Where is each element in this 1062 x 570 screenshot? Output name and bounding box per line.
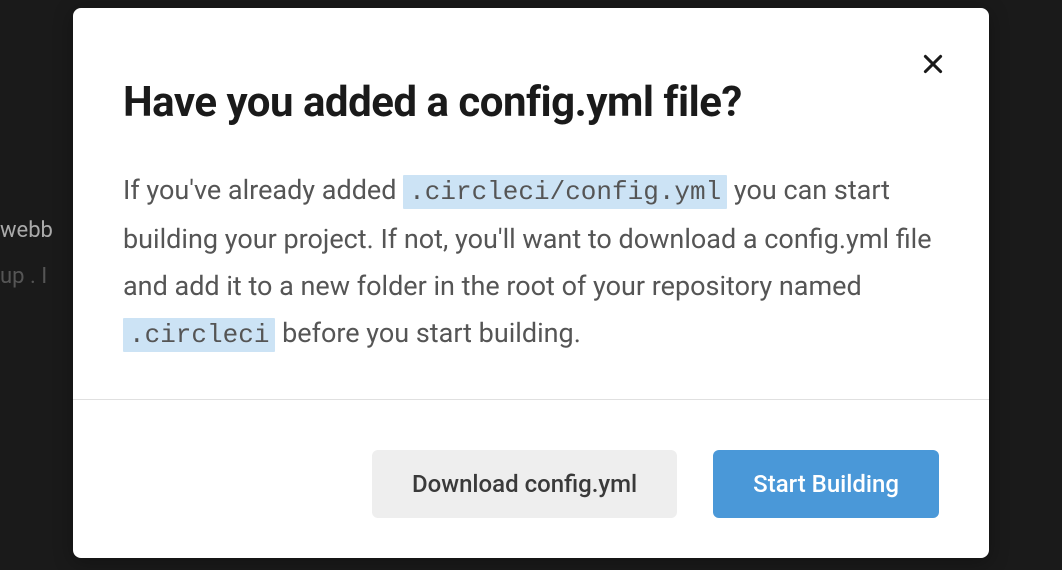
modal-body: Have you added a config.yml file? If you… (73, 8, 989, 399)
modal-description: If you've already added .circleci/config… (123, 167, 939, 359)
description-text: before you start building. (275, 317, 580, 349)
close-button[interactable] (917, 48, 949, 80)
start-building-button[interactable]: Start Building (713, 450, 939, 518)
code-folder-name: .circleci (123, 318, 275, 352)
description-text: If you've already added (123, 174, 403, 206)
modal-title: Have you added a config.yml file? (123, 78, 939, 127)
config-modal: Have you added a config.yml file? If you… (73, 8, 989, 558)
background-text-fragment: webb (0, 218, 53, 243)
background-text-fragment: up . I (0, 264, 47, 289)
download-config-button[interactable]: Download config.yml (372, 450, 677, 518)
modal-footer: Download config.yml Start Building (73, 399, 989, 568)
download-icon (0, 458, 40, 502)
code-config-path: .circleci/config.yml (403, 175, 727, 209)
